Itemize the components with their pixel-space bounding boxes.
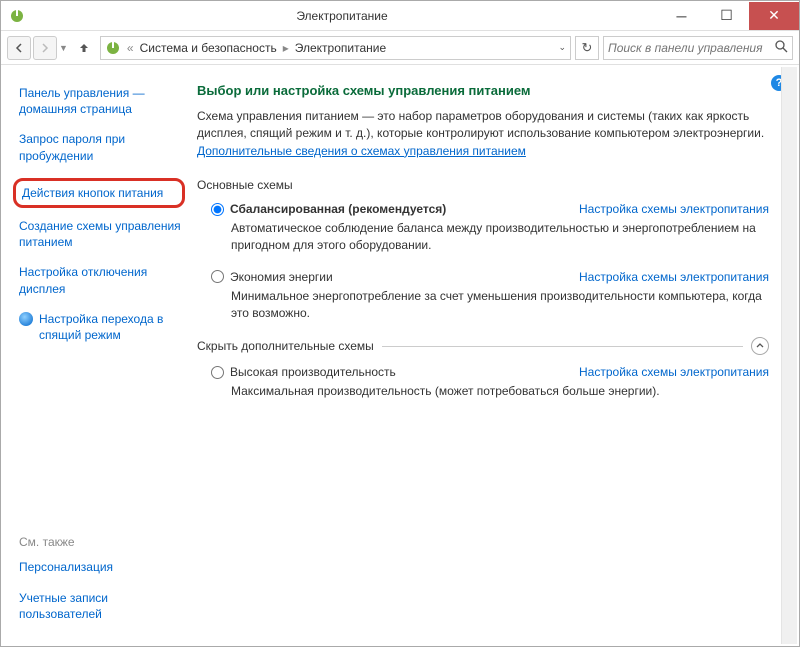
- chevron-right-icon: «: [125, 41, 136, 55]
- content-area: ? Выбор или настройка схемы управления п…: [191, 65, 799, 646]
- sidebar-item-display-off[interactable]: Настройка отключения дисплея: [19, 264, 181, 296]
- extra-plans-label: Скрыть дополнительные схемы: [197, 339, 374, 353]
- search-icon[interactable]: [775, 40, 788, 56]
- minimize-button[interactable]: ─: [659, 2, 704, 30]
- close-button[interactable]: ✕: [749, 2, 799, 30]
- history-dropdown-icon[interactable]: ▼: [59, 43, 68, 53]
- app-icon: [9, 8, 25, 24]
- plan-header: Высокая производительность Настройка схе…: [211, 365, 769, 379]
- maximize-button[interactable]: ☐: [704, 2, 749, 30]
- see-also-section: См. также Персонализация Учетные записи …: [19, 535, 181, 636]
- plan-name: Сбалансированная (рекомендуется): [230, 202, 446, 216]
- plan-desc: Автоматическое соблюдение баланса между …: [231, 220, 769, 254]
- search-input[interactable]: [608, 41, 775, 55]
- intro-text: Схема управления питанием — это набор па…: [197, 108, 769, 160]
- plan-radio-high-performance[interactable]: [211, 366, 224, 379]
- plan-settings-link[interactable]: Настройка схемы электропитания: [579, 202, 769, 216]
- body-area: Панель управления — домашняя страница За…: [1, 65, 799, 646]
- sidebar-item-label: Настройка перехода в спящий режим: [39, 311, 181, 343]
- see-also-personalization[interactable]: Персонализация: [19, 559, 181, 575]
- plan-radio-row[interactable]: Высокая производительность: [211, 365, 396, 379]
- page-heading: Выбор или настройка схемы управления пит…: [197, 83, 769, 98]
- sidebar-item-sleep[interactable]: Настройка перехода в спящий режим: [19, 311, 181, 343]
- plan-name: Экономия энергии: [230, 270, 333, 284]
- plan-header: Сбалансированная (рекомендуется) Настрой…: [211, 202, 769, 216]
- breadcrumb-item-2[interactable]: Электропитание: [295, 41, 386, 55]
- window-title: Электропитание: [25, 9, 659, 23]
- plan-name: Высокая производительность: [230, 365, 396, 379]
- see-also-title: См. также: [19, 535, 181, 549]
- nav-buttons: ▼: [7, 36, 68, 60]
- forward-button[interactable]: [33, 36, 57, 60]
- shield-icon: [19, 312, 33, 326]
- titlebar: Электропитание ─ ☐ ✕: [1, 1, 799, 31]
- search-box[interactable]: [603, 36, 793, 60]
- breadcrumb-item-1[interactable]: Система и безопасность: [140, 41, 277, 55]
- plan-radio-row[interactable]: Экономия энергии: [211, 270, 333, 284]
- plan-radio-row[interactable]: Сбалансированная (рекомендуется): [211, 202, 446, 216]
- sidebar: Панель управления — домашняя страница За…: [1, 65, 191, 646]
- plan-radio-balanced[interactable]: [211, 203, 224, 216]
- breadcrumb-dropdown-icon[interactable]: ⌄: [554, 42, 566, 53]
- back-button[interactable]: [7, 36, 31, 60]
- breadcrumb-icon: [105, 40, 121, 56]
- up-button[interactable]: [72, 36, 96, 60]
- breadcrumb[interactable]: « Система и безопасность ▸ Электропитани…: [100, 36, 571, 60]
- intro-link[interactable]: Дополнительные сведения о схемах управле…: [197, 144, 526, 158]
- intro-body: Схема управления питанием — это набор па…: [197, 109, 764, 140]
- plan-header: Экономия энергии Настройка схемы электро…: [211, 270, 769, 284]
- see-also-user-accounts[interactable]: Учетные записи пользователей: [19, 590, 181, 622]
- sidebar-item-create-plan[interactable]: Создание схемы управления питанием: [19, 218, 181, 250]
- toolbar: ▼ « Система и безопасность ▸ Электропита…: [1, 31, 799, 65]
- vertical-scrollbar[interactable]: [781, 67, 797, 644]
- plan-high-performance: Высокая производительность Настройка схе…: [197, 365, 769, 400]
- plan-settings-link[interactable]: Настройка схемы электропитания: [579, 270, 769, 284]
- extra-plans-toggle-row: Скрыть дополнительные схемы: [197, 337, 769, 355]
- window: Электропитание ─ ☐ ✕ ▼ « Система и безоп…: [0, 0, 800, 647]
- plan-powersaver: Экономия энергии Настройка схемы электро…: [197, 270, 769, 322]
- section-basic-label: Основные схемы: [197, 178, 769, 192]
- collapse-button[interactable]: [751, 337, 769, 355]
- sidebar-item-power-buttons[interactable]: Действия кнопок питания: [13, 178, 185, 208]
- divider-line: [382, 346, 743, 347]
- plan-settings-link[interactable]: Настройка схемы электропитания: [579, 365, 769, 379]
- sidebar-home-link[interactable]: Панель управления — домашняя страница: [19, 85, 181, 117]
- sidebar-item-password[interactable]: Запрос пароля при пробуждении: [19, 131, 181, 163]
- chevron-right-icon: ▸: [281, 41, 291, 55]
- plan-balanced: Сбалансированная (рекомендуется) Настрой…: [197, 202, 769, 254]
- refresh-button[interactable]: ↻: [575, 36, 599, 60]
- plan-radio-powersaver[interactable]: [211, 270, 224, 283]
- window-controls: ─ ☐ ✕: [659, 2, 799, 30]
- plan-desc: Минимальное энергопотребление за счет ум…: [231, 288, 769, 322]
- plan-desc: Максимальная производительность (может п…: [231, 383, 769, 400]
